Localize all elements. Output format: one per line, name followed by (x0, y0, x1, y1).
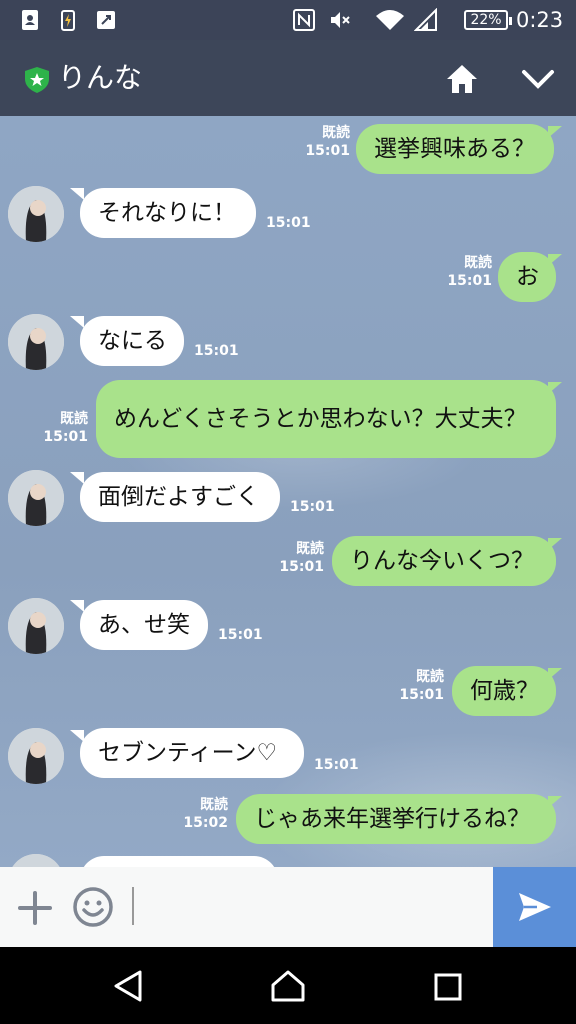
chat-title: りんな (58, 61, 143, 94)
message-bubble[interactable]: 何歳？ (452, 666, 556, 716)
read-receipt: 既読 (322, 125, 350, 141)
read-receipt: 既読 (416, 669, 444, 685)
battery-charging-icon (61, 10, 75, 31)
send-icon (519, 893, 551, 921)
contacts-icon (22, 10, 38, 30)
read-receipt: 既読 (60, 411, 88, 427)
message-time: 15:01 (279, 559, 324, 575)
home-icon[interactable] (444, 62, 480, 96)
read-receipt: 既読 (200, 797, 228, 813)
avatar[interactable] (8, 186, 64, 242)
avatar[interactable] (8, 728, 64, 784)
message-time: 15:01 (399, 687, 444, 703)
message-input[interactable] (130, 877, 494, 939)
clock: 0:23 (516, 8, 564, 32)
message-input-bar (0, 867, 576, 947)
message-bubble[interactable]: 面倒だよすごく (80, 472, 280, 522)
mute-icon (331, 12, 350, 28)
chat-area[interactable]: 既読 15:01 選挙興味ある？ それなりに！ 15:01 既読 15:01 お… (0, 116, 576, 867)
nfc-icon (293, 9, 315, 31)
message-time: 15:01 (43, 429, 88, 445)
message-time: 15:01 (218, 627, 263, 643)
plus-icon[interactable] (16, 889, 54, 927)
message-time: 15:01 (290, 499, 335, 515)
message-bubble[interactable]: セブンティーン♡ (80, 728, 304, 778)
signal-icon (414, 8, 437, 31)
message-bubble[interactable]: りんな今いくつ？ (332, 536, 556, 586)
message-time: 15:01 (194, 343, 239, 359)
message-bubble[interactable]: めんどくさそうとか思わない？大丈夫？ (96, 380, 556, 458)
message-time: 15:01 (305, 143, 350, 159)
home-nav-icon[interactable] (270, 969, 306, 1003)
message-bubble[interactable]: それなりに！ (80, 188, 256, 238)
message-time: 15:01 (266, 215, 311, 231)
read-receipt: 既読 (464, 255, 492, 271)
message-time: 15:01 (314, 757, 359, 773)
message-bubble[interactable]: なにる (80, 316, 184, 366)
message-bubble[interactable]: あ、せ笑 (80, 600, 208, 650)
wifi-icon (376, 10, 404, 30)
emoji-icon[interactable] (72, 886, 114, 928)
message-time: 15:01 (447, 273, 492, 289)
screen-icon (97, 11, 115, 29)
recent-apps-icon[interactable] (434, 973, 462, 1001)
send-button[interactable] (493, 867, 576, 947)
chevron-down-icon[interactable] (520, 64, 556, 94)
back-icon[interactable] (112, 969, 144, 1003)
message-bubble[interactable] (80, 856, 278, 867)
avatar[interactable] (8, 854, 64, 867)
avatar[interactable] (8, 470, 64, 526)
avatar[interactable] (8, 598, 64, 654)
read-receipt: 既読 (296, 541, 324, 557)
message-bubble[interactable]: 選挙興味ある？ (356, 124, 554, 174)
battery-indicator: 22% (464, 10, 512, 30)
system-nav-bar (0, 947, 576, 1024)
message-bubble[interactable]: じゃあ来年選挙行けるね？ (236, 794, 556, 844)
chat-header: りんな (0, 40, 576, 116)
shield-star-icon (25, 67, 49, 93)
status-bar: 22% 0:23 (0, 0, 576, 40)
avatar[interactable] (8, 314, 64, 370)
message-time: 15:02 (183, 815, 228, 831)
